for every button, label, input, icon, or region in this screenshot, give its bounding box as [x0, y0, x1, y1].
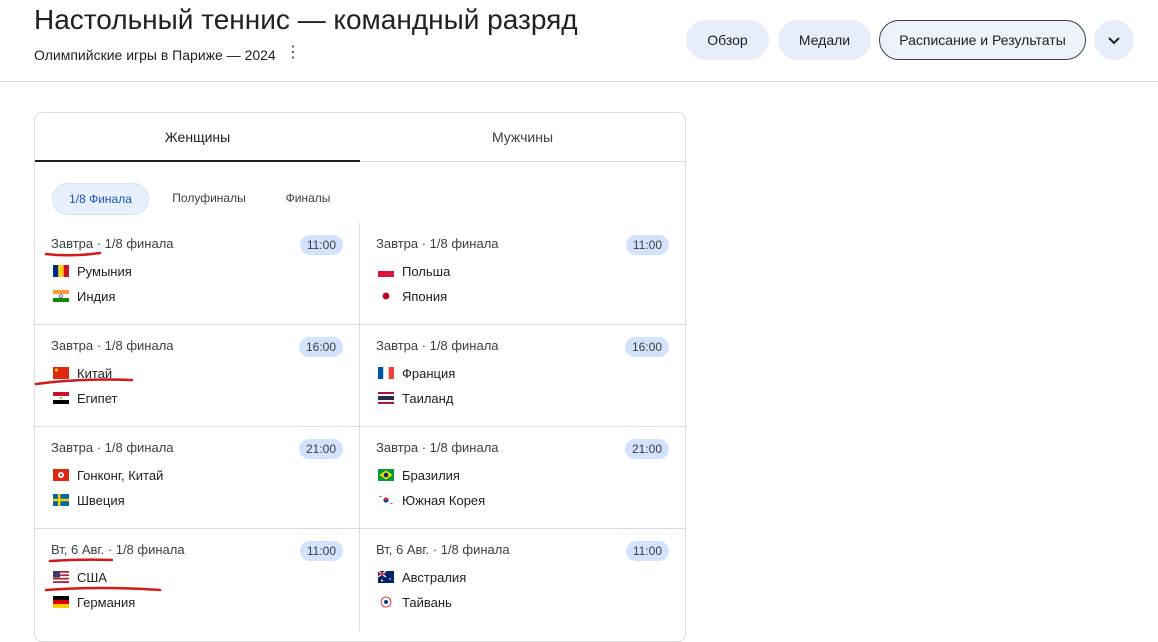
match-date-round: Вт, 6 Авг. · 1/8 финала [376, 542, 510, 557]
hong-kong-flag-icon [53, 469, 69, 481]
match-card[interactable]: Вт, 6 Авг. · 1/8 финала 11:00 США Германия [35, 529, 360, 631]
match-time-badge: 21:00 [624, 439, 669, 459]
round-pill-round-of-16[interactable]: 1/8 Финала [52, 183, 149, 215]
team-name: Таиланд [402, 391, 454, 406]
team-name: Швеция [77, 493, 125, 508]
usa-flag-icon [53, 571, 69, 583]
match-card[interactable]: Завтра · 1/8 финала 21:00 Гонконг, Китай Шв… [35, 427, 360, 529]
match-card[interactable]: Завтра · 1/8 финала 16:00 Китай Египет [35, 325, 360, 427]
match-time-badge: 11:00 [299, 541, 343, 561]
egypt-flag-icon [53, 392, 69, 404]
south-korea-flag-icon [378, 494, 394, 506]
page-header: Настольный теннис — командный разряд Оли… [0, 0, 1158, 82]
results-card: Женщины Мужчины 1/8 Финала Полуфиналы Фи… [34, 112, 686, 642]
team-row: Бразилия [378, 467, 460, 485]
round-pill-finals[interactable]: Финалы [273, 183, 343, 215]
team-name: Гонконг, Китай [77, 468, 164, 483]
team-name: Австралия [402, 570, 467, 585]
chinese-taipei-flag-icon [378, 596, 394, 608]
expand-button[interactable] [1094, 20, 1134, 60]
page-subtitle: Олимпийские игры в Париже — 2024 [34, 47, 276, 63]
team-row: Китай [53, 365, 112, 383]
chevron-down-icon [1108, 37, 1120, 45]
team-name: Индия [77, 289, 116, 304]
team-name: Южная Корея [402, 493, 486, 508]
team-row: Франция [378, 365, 455, 383]
thailand-flag-icon [378, 392, 394, 404]
match-card[interactable]: Завтра · 1/8 финала 11:00 Польша Япония [360, 223, 685, 325]
team-name: Египет [77, 391, 118, 406]
team-name: США [77, 570, 107, 585]
team-row: Япония [378, 288, 447, 306]
france-flag-icon [378, 367, 394, 379]
match-date-round: Завтра · 1/8 финала [376, 338, 499, 353]
match-time-badge: 16:00 [298, 337, 343, 357]
round-pill-semifinals[interactable]: Полуфиналы [163, 183, 255, 215]
team-name: Бразилия [402, 468, 460, 483]
india-flag-icon [53, 290, 69, 302]
brazil-flag-icon [378, 469, 394, 481]
team-name: Германия [77, 595, 136, 610]
match-date-round: Завтра · 1/8 финала [51, 236, 174, 251]
australia-flag-icon [378, 571, 394, 583]
match-date-round: Завтра · 1/8 финала [376, 440, 499, 455]
team-name: Китай [77, 366, 113, 381]
team-row: Таиланд [378, 390, 453, 408]
match-date-round: Завтра · 1/8 финала [51, 338, 174, 353]
match-card[interactable]: Завтра · 1/8 финала 11:00 Румыния Индия [35, 223, 360, 325]
team-row: Польша [378, 263, 450, 281]
chip-overview[interactable]: Обзор [686, 20, 769, 60]
tab-women[interactable]: Женщины [35, 113, 360, 162]
team-row: Румыния [53, 263, 132, 281]
sweden-flag-icon [53, 494, 69, 506]
match-card[interactable]: Завтра · 1/8 финала 16:00 Франция Таиланд [360, 325, 685, 427]
match-time-badge: 16:00 [624, 337, 669, 357]
match-time-badge: 11:00 [625, 541, 669, 561]
team-name: Польша [402, 264, 451, 279]
team-row: Тайвань [378, 594, 452, 612]
china-flag-icon [53, 367, 69, 379]
match-card[interactable]: Вт, 6 Авг. · 1/8 финала 11:00 Австралия Тай… [360, 529, 685, 631]
poland-flag-icon [378, 265, 394, 277]
chip-schedule-results[interactable]: Расписание и Результаты [879, 20, 1086, 60]
japan-flag-icon [378, 290, 394, 302]
match-date-round: Завтра · 1/8 финала [51, 440, 174, 455]
match-date-round: Завтра · 1/8 финала [376, 236, 499, 251]
team-name: Тайвань [402, 595, 452, 610]
team-row: Гонконг, Китай [53, 467, 163, 485]
team-row: Южная Корея [378, 492, 485, 510]
gender-tabs: Женщины Мужчины [35, 113, 685, 162]
team-row: Египет [53, 390, 117, 408]
team-row: Швеция [53, 492, 125, 510]
match-time-badge: 21:00 [298, 439, 343, 459]
chip-medals[interactable]: Медали [778, 20, 871, 60]
match-time-badge: 11:00 [299, 235, 343, 255]
team-row: Индия [53, 288, 115, 306]
team-row: США [53, 569, 107, 587]
team-name: Румыния [77, 264, 132, 279]
match-time-badge: 11:00 [625, 235, 669, 255]
team-name: Япония [402, 289, 448, 304]
romania-flag-icon [53, 265, 69, 277]
team-name: Франция [402, 366, 456, 381]
team-row: Германия [53, 594, 135, 612]
more-vert-icon[interactable]: ⋮ [285, 43, 301, 63]
match-date-round: Вт, 6 Авг. · 1/8 финала [51, 542, 185, 557]
team-row: Австралия [378, 569, 466, 587]
germany-flag-icon [53, 596, 69, 608]
page-title: Настольный теннис — командный разряд [34, 4, 578, 35]
tab-men[interactable]: Мужчины [360, 113, 685, 161]
match-card[interactable]: Завтра · 1/8 финала 21:00 Бразилия Южная Ко… [360, 427, 685, 529]
